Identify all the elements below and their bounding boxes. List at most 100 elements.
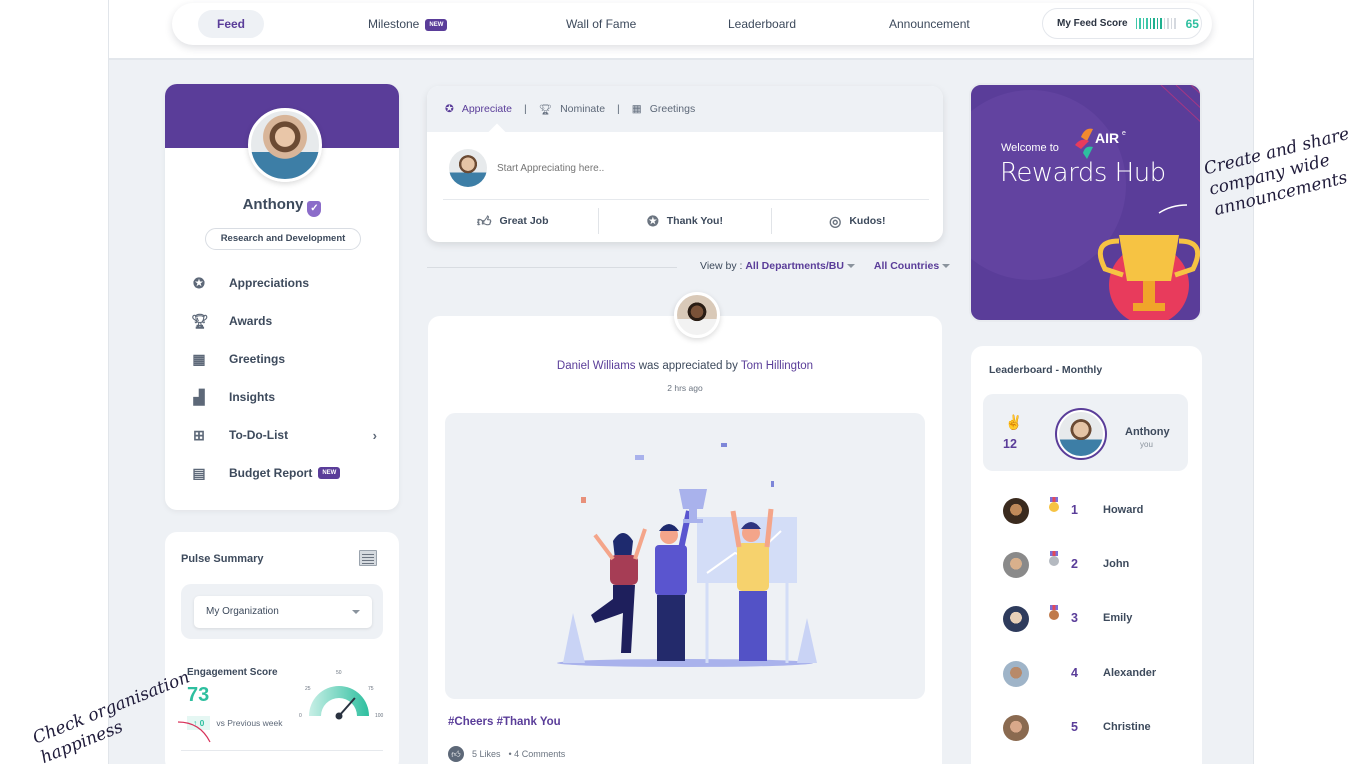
department-filter[interactable]: All Departments/BU: [745, 260, 844, 272]
leader-name: Christine: [1103, 721, 1151, 733]
department-chip: Research and Development: [205, 228, 361, 250]
tab-leaderboard[interactable]: Leaderboard: [728, 3, 796, 45]
compose-tabs: ✪ Appreciate | 🏆︎ Nominate | ▦ Greetings: [427, 86, 943, 132]
org-select[interactable]: My Organization: [194, 596, 372, 628]
svg-text:e: e: [1122, 130, 1126, 137]
quick-actions: 👍︎ Great Job ✪ Thank You! ◎ Kudos!: [427, 208, 943, 234]
avatar: [1003, 552, 1029, 578]
menu-item-todo-list[interactable]: ⊞ To-Do-List ›: [165, 416, 399, 454]
post-hashtags[interactable]: #Cheers #Thank You: [448, 716, 561, 728]
grid-icon: ⊞: [193, 427, 205, 443]
menu-item-awards[interactable]: 🏆︎ Awards: [165, 302, 399, 340]
score-segment: [1163, 18, 1166, 29]
tab-feed[interactable]: Feed: [198, 10, 264, 38]
avatar: [1003, 715, 1029, 741]
top-bar: Feed Milestone NEW Wall of Fame Leaderboa…: [109, 0, 1253, 60]
gauge-tick-75: 75: [368, 686, 374, 692]
menu-item-appreciations[interactable]: ✪ Appreciations: [165, 264, 399, 302]
menu-item-greetings[interactable]: ▦ Greetings: [165, 340, 399, 378]
tab-milestone-label: Milestone: [368, 17, 420, 31]
compose-card: ✪ Appreciate | 🏆︎ Nominate | ▦ Greetings 👍︎…: [427, 86, 943, 242]
likes-count[interactable]: 5 Likes: [472, 749, 501, 759]
leaderboard-row[interactable]: 1 Howard: [971, 496, 1202, 526]
leaderboard-title: Leaderboard - Monthly: [989, 364, 1103, 376]
celebration-illustration: [445, 413, 925, 699]
main-nav: Feed Milestone NEW Wall of Fame Leaderboa…: [172, 3, 1212, 45]
org-select-value: My Organization: [206, 606, 279, 617]
recipient-link[interactable]: Daniel Williams: [557, 360, 636, 372]
gauge-tick-50: 50: [336, 670, 342, 676]
tab-nominate[interactable]: 🏆︎ Nominate: [539, 103, 605, 116]
leaderboard-row[interactable]: 2 John: [971, 550, 1202, 580]
chevron-right-icon: ›: [372, 427, 377, 443]
profile-name: Anthony: [242, 196, 304, 213]
silver-medal-icon: [1049, 551, 1059, 566]
thank-you-button[interactable]: ✪ Thank You!: [599, 208, 772, 234]
leaderboard-row[interactable]: 5 Christine: [971, 713, 1202, 743]
post-time: 2 hrs ago: [667, 383, 703, 393]
sender-link[interactable]: Tom Hillington: [741, 360, 813, 372]
score-segment: [1139, 18, 1141, 29]
tab-announcement[interactable]: Announcement: [889, 3, 970, 45]
score-segment: [1149, 18, 1152, 29]
avatar: [1003, 661, 1029, 687]
recipient-avatar[interactable]: [674, 292, 720, 338]
victory-hand-icon: ✌: [1005, 414, 1023, 430]
kudos-button[interactable]: ◎ Kudos!: [772, 208, 943, 234]
gauge-needle: [338, 697, 356, 717]
rewards-background: [971, 85, 1200, 320]
score-segment: [1174, 18, 1176, 29]
action-label: Great Job: [499, 215, 549, 227]
score-segment: [1160, 18, 1162, 29]
feed-score-widget[interactable]: My Feed Score 65: [1042, 8, 1202, 39]
divider: |: [524, 103, 527, 115]
org-select-wrap: My Organization: [181, 584, 383, 639]
feed-score-value: 65: [1185, 16, 1199, 31]
menu-item-budget-report[interactable]: ▤ Budget Report NEW: [165, 454, 399, 492]
gauge-tick-0: 0: [299, 713, 302, 719]
caret-down-icon: [846, 264, 855, 268]
rewards-hub-banner[interactable]: AIR e Welcome to Rewards Hub: [969, 83, 1202, 322]
rewards-welcome: Welcome to: [1001, 142, 1059, 154]
engagement-gauge: 0 25 50 75 100: [299, 670, 384, 720]
tab-appreciate[interactable]: ✪ Appreciate: [445, 103, 512, 115]
avatar: [1003, 498, 1029, 524]
view-by-label: View by :: [700, 260, 743, 272]
leaderboard-row[interactable]: 3 Emily: [971, 604, 1202, 634]
ribbon-icon: ✪: [193, 275, 205, 291]
great-job-button[interactable]: 👍︎ Great Job: [427, 208, 600, 234]
profile-card: Anthony ✓ Research and Development ✪ Appre…: [165, 84, 399, 510]
post-stats: 👍︎ 5 Likes • 4 Comments: [448, 746, 565, 762]
my-rank-panel: ✌ 12 Anthony you: [983, 394, 1188, 471]
my-avatar[interactable]: [1055, 408, 1107, 460]
tab-milestone[interactable]: Milestone NEW: [368, 3, 448, 45]
tab-greetings[interactable]: ▦ Greetings: [632, 103, 695, 115]
rank: 4: [1071, 666, 1078, 680]
gauge-arc: [309, 686, 369, 716]
profile-avatar[interactable]: [248, 108, 322, 182]
new-badge: NEW: [425, 18, 448, 31]
report-icon[interactable]: [359, 550, 377, 566]
feed-score-bar: [1135, 18, 1176, 29]
appreciate-input[interactable]: [497, 158, 917, 178]
leader-name: Alexander: [1103, 667, 1157, 679]
clipboard-icon: ▤: [192, 465, 206, 481]
my-name: Anthony: [1125, 426, 1170, 438]
menu-label: Insights: [229, 390, 276, 404]
like-icon[interactable]: 👍︎: [448, 746, 464, 762]
feed-score-label: My Feed Score: [1057, 18, 1128, 29]
score-segment: [1153, 18, 1155, 29]
comments-count[interactable]: • 4 Comments: [509, 749, 566, 759]
annotation-arrow: [177, 721, 211, 743]
avatar: [1003, 606, 1029, 632]
menu-label: Budget Report: [229, 466, 313, 480]
country-filter[interactable]: All Countries: [874, 260, 939, 272]
chart-icon: ▟: [193, 389, 205, 405]
leader-name: Emily: [1103, 612, 1133, 624]
score-segment: [1146, 18, 1148, 29]
leaderboard-row[interactable]: 4 Alexander: [971, 659, 1202, 689]
my-count: 12: [1003, 437, 1017, 451]
tab-wall-of-fame[interactable]: Wall of Fame: [566, 3, 636, 45]
menu-item-insights[interactable]: ▟ Insights: [165, 378, 399, 416]
gauge-hub: [335, 712, 343, 720]
